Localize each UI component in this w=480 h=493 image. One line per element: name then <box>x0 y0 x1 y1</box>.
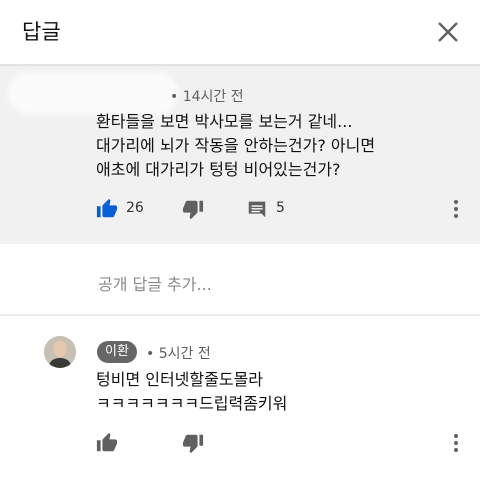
reply-text: 텅비면 인터넷할줄도몰라 ㅋㅋㅋㅋㅋㅋㅋ드립력좀키워 <box>96 368 466 416</box>
more-vert-icon <box>454 200 458 218</box>
more-options-button[interactable] <box>452 431 460 455</box>
reply-count: 5 <box>276 200 285 216</box>
dislike-button[interactable] <box>182 198 204 220</box>
more-options-button[interactable] <box>452 197 460 221</box>
thumbs-up-icon <box>96 198 118 218</box>
main-comment: • 14시간 전 환타들을 보면 박사모를 보는거 같네... 대가리에 뇌가 … <box>0 66 480 244</box>
main-comment-time: • 14시간 전 <box>170 89 244 105</box>
main-comment-line: 애초에 대가리가 텅텅 비어있는건가? <box>96 160 341 179</box>
comment-icon <box>248 201 266 218</box>
divider <box>0 314 480 316</box>
main-comment-actions: 26 5 <box>0 194 480 224</box>
main-comment-text: 환타들을 보면 박사모를 보는거 같네... 대가리에 뇌가 작동을 안하는건가… <box>96 110 466 182</box>
author-badge[interactable]: 이환 <box>97 341 137 363</box>
like-button[interactable] <box>96 432 118 454</box>
main-comment-line: 대가리에 뇌가 작동을 안하는건가? 아니면 <box>96 136 376 155</box>
reply-line: 텅비면 인터넷할줄도몰라 <box>96 370 264 389</box>
like-count: 26 <box>126 200 144 216</box>
reply-actions <box>0 428 480 458</box>
avatar-image <box>44 336 76 368</box>
main-comment-line: 환타들을 보면 박사모를 보는거 같네... <box>96 112 353 131</box>
dislike-button[interactable] <box>182 432 204 454</box>
close-button[interactable] <box>434 18 462 46</box>
avatar[interactable] <box>44 336 76 368</box>
header-bar: 답글 <box>0 0 480 64</box>
thumbs-up-icon <box>96 432 118 452</box>
reply-line: ㅋㅋㅋㅋㅋㅋㅋ드립력좀키워 <box>96 394 288 413</box>
more-vert-icon <box>454 434 458 452</box>
blurred-author <box>8 72 178 114</box>
like-button[interactable] <box>96 198 118 220</box>
page-title: 답글 <box>22 20 61 44</box>
close-icon <box>438 22 458 42</box>
reply-comment-button[interactable] <box>246 198 268 220</box>
thumbs-down-icon <box>182 200 204 220</box>
add-reply-input[interactable]: 공개 답글 추가... <box>98 271 438 295</box>
thumbs-down-icon <box>182 434 204 454</box>
reply-time: • 5시간 전 <box>146 346 211 362</box>
